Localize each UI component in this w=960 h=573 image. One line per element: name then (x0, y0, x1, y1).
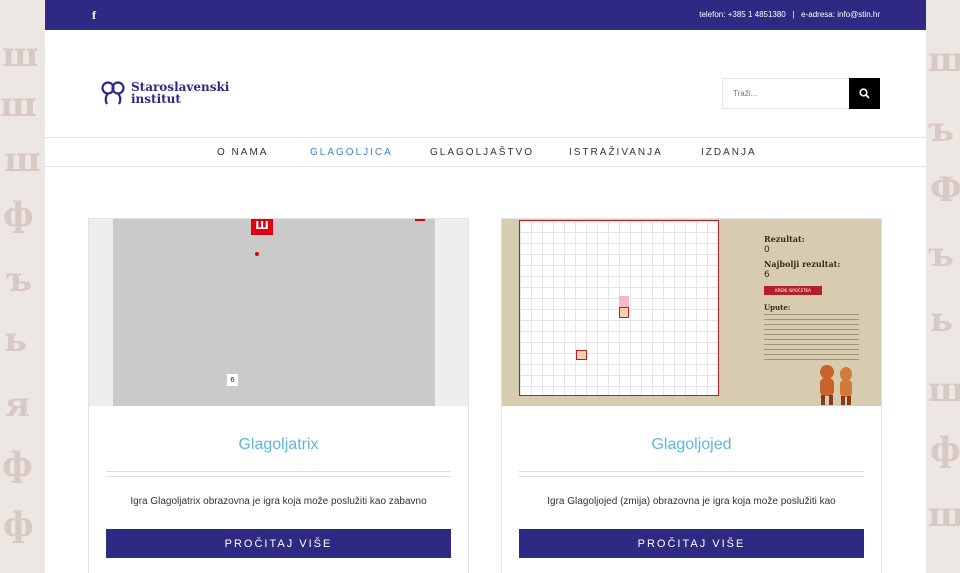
background-glyph: ф (3, 505, 34, 545)
card-excerpt: Igra Glagoljatrix obrazovna je igra koja… (130, 496, 427, 507)
page-container: f telefon: +385 1 4851380 | e-adresa: in… (45, 0, 926, 573)
instructions-lines (764, 314, 859, 362)
card-title[interactable]: Glagoljatrix (89, 436, 468, 454)
background-glyph: ш (0, 85, 37, 125)
background-glyph: ш (4, 140, 41, 180)
search-icon (859, 88, 870, 99)
background-glyph: ш (928, 495, 960, 535)
score-value: 0 (764, 245, 770, 255)
background-glyph: я (5, 385, 31, 425)
game-board (113, 219, 435, 406)
logo-mark-icon (101, 81, 125, 105)
card-excerpt: Igra Glagoljojed (zmija) obrazovna je ig… (547, 496, 836, 507)
game-card-glagoljatrix: Ш 6 Glagoljatrix Igra Glagoljatrix obraz… (88, 218, 469, 573)
best-score-value: 6 (764, 270, 770, 280)
logo-line2: institut (131, 92, 181, 106)
snake-body (619, 296, 629, 307)
nav-item-o-nama[interactable]: O NAMA (217, 147, 268, 158)
nav-item-glagoljastvo[interactable]: GLAGOLJAŠTVO (430, 147, 534, 158)
background-glyph: Ф (930, 170, 960, 210)
search-button[interactable] (849, 78, 880, 109)
best-score-label: Najbolji rezultat: (764, 259, 841, 269)
background-glyph: ь (930, 300, 954, 340)
new-game-button[interactable]: KRENI ISPOČETKA (764, 286, 822, 295)
score-tile: 6 (227, 374, 238, 386)
score-label: Rezultat: (764, 234, 805, 244)
background-glyph: ш (928, 40, 960, 80)
instructions-title: Upute: (764, 303, 791, 312)
site-logo[interactable]: Staroslavenski institut (100, 81, 229, 105)
top-bar: f telefon: +385 1 4851380 | e-adresa: in… (45, 0, 926, 30)
illuminated-figures-icon (820, 365, 852, 405)
read-more-button[interactable]: PROČITAJ VIŠE (519, 529, 864, 558)
snake-head (619, 307, 629, 318)
background-glyph: ш (928, 370, 960, 410)
card-separator (519, 471, 864, 477)
facebook-icon[interactable]: f (92, 8, 96, 23)
game-dot (255, 252, 259, 256)
card-separator (106, 471, 451, 477)
background-glyph: ш (2, 35, 39, 75)
main-navigation: O NAMA GLAGOLJICA GLAGOLJAŠTVO ISTRAŽIVA… (45, 137, 926, 167)
food-glyph (576, 350, 587, 360)
background-glyph: ь (4, 320, 28, 360)
game-card-glagoljojed: Rezultat: 0 Najbolji rezultat: 6 KRENI I… (501, 218, 882, 573)
background-glyph: ф (2, 445, 33, 485)
corner-block (415, 219, 425, 221)
falling-glyph-block: Ш (251, 219, 273, 235)
logo-text: Staroslavenski institut (131, 81, 229, 105)
card-image-glagoljojed[interactable]: Rezultat: 0 Najbolji rezultat: 6 KRENI I… (502, 219, 881, 406)
background-glyph: ф (3, 195, 34, 235)
nav-item-izdanja[interactable]: IZDANJA (701, 147, 757, 158)
card-title[interactable]: Glagoljojed (502, 436, 881, 454)
nav-item-glagoljica[interactable]: GLAGOLJICA (310, 147, 393, 158)
background-glyph: ъ (6, 260, 33, 300)
nav-item-istrazivanja[interactable]: ISTRAŽIVANJA (569, 147, 663, 158)
read-more-button[interactable]: PROČITAJ VIŠE (106, 529, 451, 558)
contact-info: telefon: +385 1 4851380 | e-adresa: info… (699, 10, 880, 19)
card-image-glagoljatrix[interactable]: Ш 6 (89, 219, 468, 406)
search-box (722, 78, 880, 109)
background-glyph: ф (930, 430, 960, 470)
search-input[interactable] (722, 78, 849, 109)
background-glyph: ъ (928, 110, 955, 150)
background-glyph: ъ (928, 235, 955, 275)
